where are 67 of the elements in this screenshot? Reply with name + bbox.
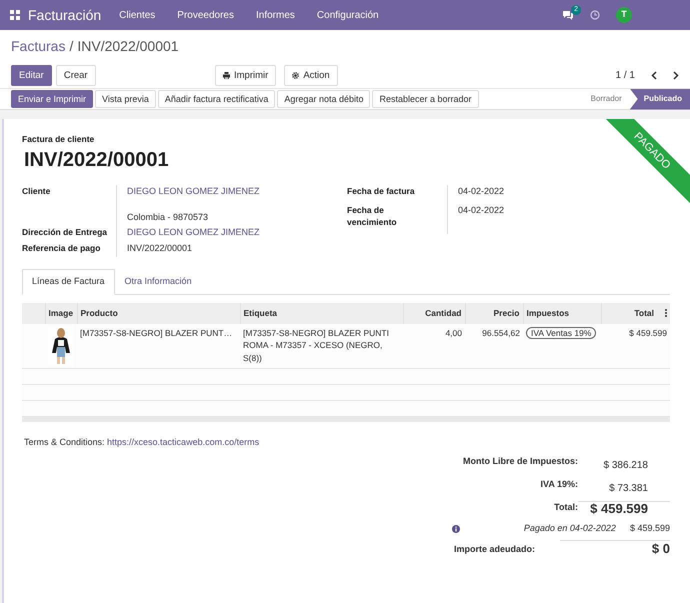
column-header[interactable]: Cantidad [403, 302, 465, 324]
breadcrumb-link[interactable]: Facturas [11, 38, 66, 54]
partner-link[interactable]: DIEGO LEON GOMEZ JIMENEZ [127, 185, 260, 199]
field-value: Colombia - 9870573 [127, 210, 208, 224]
table-cell: 96.554,62 [465, 324, 523, 368]
column-header[interactable]: Image [45, 302, 77, 324]
action-button[interactable]: Action [284, 65, 338, 86]
action-button[interactable]: Enviar e Imprimir [11, 90, 94, 108]
table-cell: [M73357-S8-NEGRO] BLAZER PUNTI ROMA - M73357 - XCESO (NEGRO, S(8)) [240, 324, 403, 368]
total-value: $ 386.218 [602, 458, 649, 473]
field-label: Fecha de vencimiento [347, 204, 398, 229]
menu-item[interactable]: Proveedores [177, 8, 234, 22]
printer-icon [223, 72, 230, 79]
total-value: $ 73.381 [608, 482, 649, 496]
total-label: IVA 19%: [539, 478, 578, 491]
column-header[interactable]: Producto [77, 302, 240, 324]
payment-label: Pagado en 04-02-2022 [524, 522, 616, 536]
menu-item[interactable]: Informes [256, 8, 295, 22]
status-stage[interactable]: Publicado [630, 88, 690, 110]
terms-link[interactable]: https://xceso.tacticaweb.com.co/terms [107, 437, 260, 448]
pager-count: 1 / 1 [616, 69, 635, 83]
table-cell: $ 459.599 [601, 324, 670, 368]
tax-tag: IVA Ventas 19% [526, 326, 596, 339]
field-value: 04-02-2022 [447, 204, 567, 234]
next-icon[interactable] [673, 71, 679, 80]
tab[interactable]: Otra Información [114, 269, 202, 295]
column-header: Total [634, 308, 654, 318]
previous-icon[interactable] [651, 71, 657, 80]
amount-due-value: $ 0 [560, 540, 670, 556]
terms-text: Terms & Conditions: https://xceso.tacticaweb.com.co/terms [24, 436, 260, 450]
column-header[interactable]: Etiqueta [240, 302, 403, 324]
action-button[interactable]: Restablecer a borrador [372, 90, 479, 108]
chat-icon[interactable] [562, 10, 574, 20]
print-button[interactable]: Imprimir [215, 65, 276, 86]
edit-button[interactable]: Editar [11, 65, 52, 86]
amount-due-label: Importe adeudado: [454, 542, 536, 556]
tab[interactable]: Líneas de Factura [22, 269, 115, 295]
column-header[interactable]: Impuestos [523, 302, 601, 324]
invoice-number: INV/2022/00001 [24, 148, 169, 174]
breadcrumb-current: INV/2022/00001 [77, 38, 179, 54]
info-icon[interactable] [452, 524, 460, 533]
action-button[interactable]: Agregar nota débito [277, 90, 370, 108]
action-button[interactable]: Vista previa [95, 90, 156, 108]
apps-icon[interactable] [10, 10, 20, 20]
status-stage[interactable]: Borrador [576, 88, 630, 110]
gear-icon [292, 72, 300, 79]
breadcrumb-separator: / [69, 38, 74, 54]
table-cell: 4,00 [403, 324, 465, 368]
total-label: Monto Libre de Impuestos: [462, 454, 578, 468]
field-value: INV/2022/00001 [127, 242, 192, 255]
table-cell: [M73357-S8-NEGRO] BLAZER PUNT… [77, 324, 240, 368]
menu-item[interactable]: Clientes [119, 8, 156, 22]
field-value: 04-02-2022 [447, 185, 567, 204]
field-label: Cliente [22, 185, 52, 198]
partner-link[interactable]: DIEGO LEON GOMEZ JIMENEZ [127, 226, 260, 240]
total-value: $ 459.599 [578, 500, 670, 516]
field-label: Fecha de factura [347, 185, 416, 198]
menu-item[interactable]: Configuración [316, 8, 379, 22]
field-label: Dirección de Entrega [22, 226, 108, 240]
create-button[interactable]: Crear [56, 65, 96, 86]
action-button[interactable]: Añadir factura rectificativa [158, 90, 276, 108]
app-title: Facturación [28, 6, 102, 24]
clock-icon[interactable] [590, 10, 600, 20]
payment-amount: $ 459.599 [630, 522, 670, 536]
column-header[interactable]: Precio [465, 302, 523, 324]
field-label: Referencia de pago [22, 242, 102, 255]
total-label: Total: [553, 500, 578, 514]
